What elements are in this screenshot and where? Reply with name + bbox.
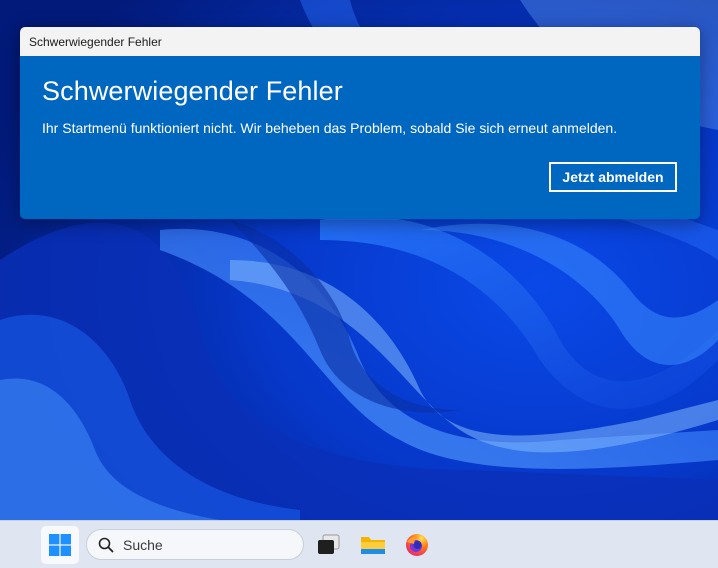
firefox-icon [406, 534, 428, 556]
dialog-window-title: Schwerwiegender Fehler [29, 34, 162, 49]
file-explorer-icon [361, 537, 385, 554]
dialog-body: Schwerwiegender Fehler Ihr Startmenü fun… [20, 56, 700, 219]
desktop: Schwerwiegender Fehler Schwerwiegender F… [0, 0, 718, 568]
search-icon [98, 537, 114, 553]
task-view-icon [318, 534, 340, 554]
firefox-button[interactable] [401, 529, 433, 561]
dialog-heading: Schwerwiegender Fehler [42, 76, 343, 106]
dialog-message: Ihr Startmenü funktioniert nicht. Wir be… [42, 120, 618, 136]
search-placeholder: Suche [123, 536, 163, 553]
windows-start-icon [49, 534, 71, 556]
taskbar: Suche [0, 520, 718, 568]
file-explorer-button[interactable] [357, 529, 389, 561]
taskbar-search-box[interactable]: Suche [86, 529, 304, 560]
start-button[interactable] [41, 526, 79, 564]
task-view-button[interactable] [312, 529, 344, 561]
fatal-error-dialog: Schwerwiegender Fehler Schwerwiegender F… [19, 26, 701, 220]
dialog-titlebar[interactable]: Schwerwiegender Fehler [20, 27, 700, 56]
sign-out-now-button[interactable]: Jetzt abmelden [549, 162, 677, 192]
